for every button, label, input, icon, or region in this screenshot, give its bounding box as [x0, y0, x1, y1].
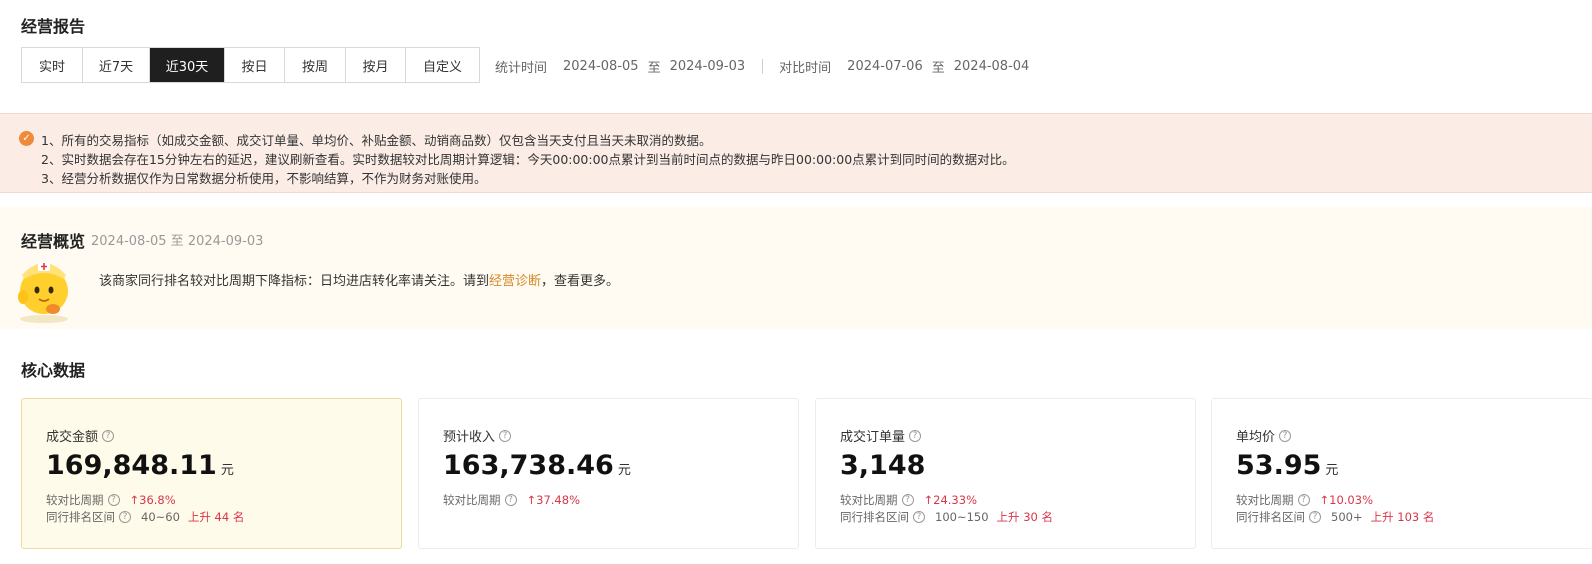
rank-change: 上升 30 名 — [996, 510, 1053, 524]
rank-label: 同行排名区间 — [46, 510, 115, 524]
compare-to-word: 至 — [931, 61, 945, 76]
help-icon[interactable]: ? — [909, 429, 922, 442]
metric-card-estimated-income[interactable]: 预计收入 ? 163,738.46 元 较对比周期 ? ↑ 37.48% — [418, 398, 799, 549]
rank-range: 40~60 — [141, 510, 180, 524]
tab-by-week[interactable]: 按周 — [285, 48, 346, 82]
up-arrow-icon: ↑ — [129, 493, 140, 507]
compare-change: 37.48% — [536, 493, 580, 507]
help-icon[interactable]: ? — [119, 511, 131, 523]
compare-row: 较对比周期 ? ↑ 37.48% — [443, 492, 580, 508]
metric-unit: 元 — [617, 463, 631, 478]
help-icon[interactable]: ? — [901, 494, 914, 506]
stat-end-date: 2024-09-03 — [669, 59, 746, 74]
compare-row: 较对比周期 ? ↑ 24.33% — [840, 492, 977, 508]
up-arrow-icon: ↑ — [1319, 493, 1330, 507]
rank-change: 上升 103 名 — [1370, 510, 1435, 524]
stat-to-word: 至 — [647, 61, 661, 76]
help-icon[interactable]: ? — [504, 494, 517, 506]
time-range-tabs: 实时 近7天 近30天 按日 按周 按月 自定义 — [21, 47, 480, 83]
metric-label-text: 成交金额 — [46, 430, 99, 445]
compare-label: 较对比周期 — [46, 493, 104, 507]
tab-realtime[interactable]: 实时 — [22, 48, 83, 82]
period-info: 统计时间 2024-08-05 至 2024-09-03 对比时间 2024-0… — [495, 57, 1029, 76]
metric-value: 53.95 元 — [1236, 450, 1338, 481]
rank-row: 同行排名区间 ? 40~60 上升 44 名 — [46, 509, 244, 525]
metric-unit: 元 — [1325, 463, 1339, 478]
report-title: 经营报告 — [21, 17, 86, 36]
rank-range: 500+ — [1331, 510, 1363, 524]
mascot-illustration — [18, 262, 68, 323]
up-arrow-icon: ↑ — [923, 493, 934, 507]
compare-change: 36.8% — [139, 493, 176, 507]
rank-range: 100~150 — [935, 510, 989, 524]
compare-label: 较对比周期 — [443, 493, 501, 507]
stat-time-label: 统计时间 — [495, 61, 548, 76]
overview-message-tail: ，查看更多。 — [541, 274, 620, 289]
up-arrow-icon: ↑ — [526, 493, 537, 507]
notice-line-1: 1、所有的交易指标（如成交金额、成交订单量、单均价、补贴金额、动销商品数）仅包含… — [41, 133, 712, 148]
tab-by-month[interactable]: 按月 — [346, 48, 406, 82]
tab-by-day[interactable]: 按日 — [225, 48, 285, 82]
help-icon[interactable]: ? — [499, 429, 512, 442]
compare-label: 较对比周期 — [1236, 493, 1294, 507]
core-data-title: 核心数据 — [21, 361, 86, 380]
metric-value: 169,848.11 元 — [46, 450, 234, 481]
metric-label: 成交金额 ? — [46, 426, 115, 445]
metric-value-number: 163,738.46 — [443, 450, 614, 481]
metric-unit: 元 — [220, 463, 234, 478]
compare-change: 10.03% — [1329, 493, 1373, 507]
notice-line-2: 2、实时数据会存在15分钟左右的延迟，建议刷新查看。实时数据较对比周期计算逻辑：… — [41, 152, 1015, 167]
metric-card-order-count[interactable]: 成交订单量 ? 3,148 较对比周期 ? ↑ 24.33% 同行排名区间 ? 1… — [815, 398, 1196, 549]
metric-label: 单均价 ? — [1236, 426, 1292, 445]
metric-value-number: 53.95 — [1236, 450, 1322, 481]
metric-card-gmv[interactable]: 成交金额 ? 169,848.11 元 较对比周期 ? ↑ 36.8% 同行排名区间… — [21, 398, 402, 549]
compare-time-label: 对比时间 — [779, 61, 832, 76]
business-diagnosis-link[interactable]: 经营诊断 — [489, 274, 541, 289]
notice-banner: ✓ 1、所有的交易指标（如成交金额、成交订单量、单均价、补贴金额、动销商品数）仅… — [0, 113, 1592, 193]
compare-row: 较对比周期 ? ↑ 10.03% — [1236, 492, 1373, 508]
overview-date-range: 2024-08-05 至 2024-09-03 — [91, 234, 264, 249]
overview-section: 经营概览 2024-08-05 至 2024-09-03 该商家同行排名较对比周… — [0, 207, 1592, 329]
help-icon[interactable]: ? — [107, 494, 120, 506]
metric-label: 预计收入 ? — [443, 426, 512, 445]
compare-end-date: 2024-08-04 — [953, 59, 1030, 74]
rank-row: 同行排名区间 ? 100~150 上升 30 名 — [840, 509, 1053, 525]
metric-card-avg-order-price[interactable]: 单均价 ? 53.95 元 较对比周期 ? ↑ 10.03% 同行排名区间 ? 50… — [1211, 398, 1592, 549]
metric-label: 成交订单量 ? — [840, 426, 922, 445]
rank-label: 同行排名区间 — [840, 510, 909, 524]
metric-label-text: 预计收入 — [443, 430, 496, 445]
stat-start-date: 2024-08-05 — [563, 59, 639, 74]
metric-value-number: 3,148 — [840, 450, 926, 481]
overview-message: 该商家同行排名较对比周期下降指标：日均进店转化率请关注。请到经营诊断，查看更多。 — [99, 270, 619, 289]
tab-last-30-days[interactable]: 近30天 — [150, 48, 225, 82]
rank-label: 同行排名区间 — [1236, 510, 1305, 524]
overview-message-text: 该商家同行排名较对比周期下降指标：日均进店转化率请关注。请到 — [99, 274, 490, 289]
help-icon[interactable]: ? — [102, 429, 115, 442]
check-circle-icon: ✓ — [19, 131, 34, 146]
metric-value: 163,738.46 元 — [443, 450, 631, 481]
help-icon[interactable]: ? — [1309, 511, 1321, 523]
compare-start-date: 2024-07-06 — [847, 59, 923, 74]
help-icon[interactable]: ? — [1279, 429, 1292, 442]
notice-line-3: 3、经营分析数据仅作为日常数据分析使用，不影响结算，不作为财务对账使用。 — [41, 171, 487, 186]
metric-value: 3,148 — [840, 450, 925, 481]
metric-label-text: 成交订单量 — [840, 430, 906, 445]
metric-value-number: 169,848.11 — [46, 450, 217, 481]
compare-label: 较对比周期 — [840, 493, 898, 507]
period-divider — [762, 59, 764, 74]
rank-row: 同行排名区间 ? 500+ 上升 103 名 — [1236, 509, 1434, 525]
tab-custom[interactable]: 自定义 — [406, 48, 479, 82]
compare-change: 24.33% — [933, 493, 977, 507]
tab-last-7-days[interactable]: 近7天 — [83, 48, 150, 82]
help-icon[interactable]: ? — [913, 511, 925, 523]
rank-change: 上升 44 名 — [187, 510, 245, 524]
metric-label-text: 单均价 — [1236, 430, 1276, 445]
compare-row: 较对比周期 ? ↑ 36.8% — [46, 492, 176, 508]
help-icon[interactable]: ? — [1297, 494, 1310, 506]
